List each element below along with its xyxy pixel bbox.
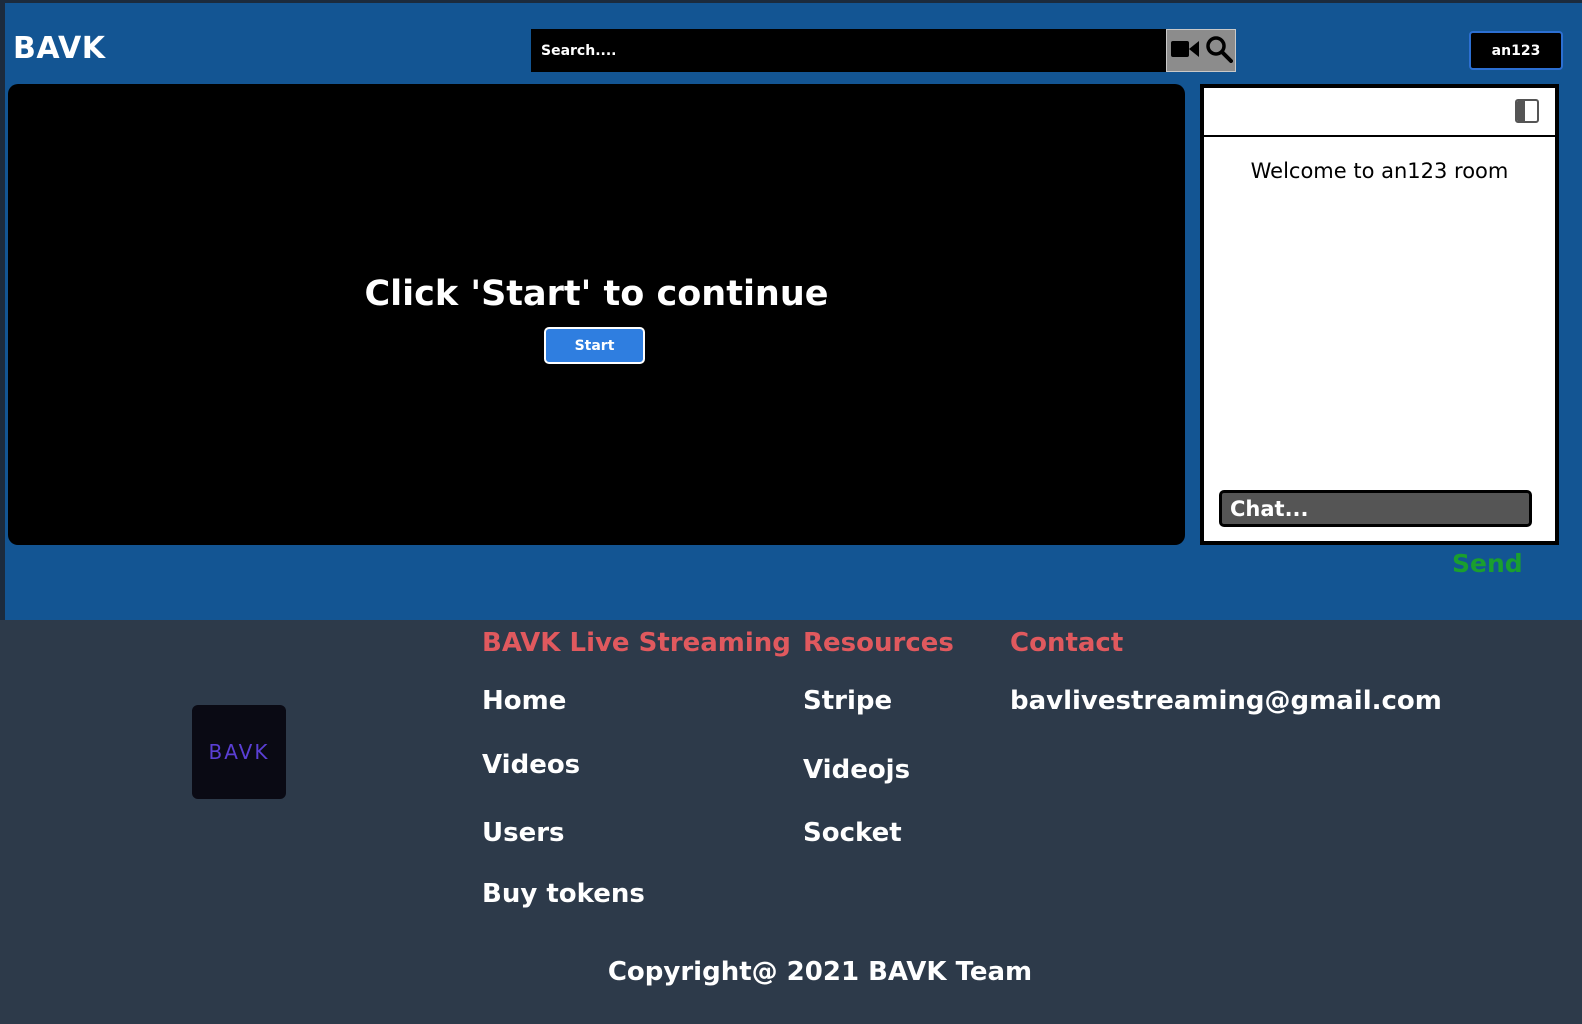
send-button[interactable]: Send: [1452, 549, 1523, 578]
chat-welcome-message: Welcome to an123 room: [1250, 159, 1509, 183]
search-input[interactable]: [531, 29, 1167, 72]
footer-heading-contact: Contact: [1010, 628, 1124, 658]
sidebar-collapse-icon[interactable]: [1515, 99, 1539, 123]
video-camera-icon[interactable]: [1170, 37, 1200, 65]
footer-heading-bavk: BAVK Live Streaming: [482, 628, 791, 658]
chat-panel: Welcome to an123 room .chat-input::place…: [1200, 84, 1559, 545]
start-button[interactable]: Start: [544, 327, 645, 364]
footer-contact-email[interactable]: bavlivestreaming@gmail.com: [1010, 686, 1442, 716]
brand-logo[interactable]: BAVK: [13, 31, 106, 66]
footer-logo: BAVK: [192, 705, 286, 799]
chat-input[interactable]: [1219, 490, 1532, 527]
footer-link-videos[interactable]: Videos: [482, 750, 580, 780]
search-buttons: [1166, 29, 1236, 72]
player-message: Click 'Start' to continue: [364, 274, 829, 314]
chat-header: [1204, 88, 1555, 137]
footer-link-users[interactable]: Users: [482, 818, 565, 848]
search-icon[interactable]: [1205, 35, 1233, 67]
footer-link-socket[interactable]: Socket: [803, 818, 902, 848]
footer-link-videojs[interactable]: Videojs: [803, 755, 910, 785]
footer-link-home[interactable]: Home: [482, 686, 566, 716]
footer-link-buy-tokens[interactable]: Buy tokens: [482, 879, 645, 909]
video-player: Click 'Start' to continue Start: [8, 84, 1185, 545]
user-account-button[interactable]: an123: [1469, 31, 1563, 70]
copyright-text: Copyright@ 2021 BAVK Team: [607, 957, 1033, 987]
footer-link-stripe[interactable]: Stripe: [803, 686, 892, 716]
footer-heading-resources: Resources: [803, 628, 954, 658]
